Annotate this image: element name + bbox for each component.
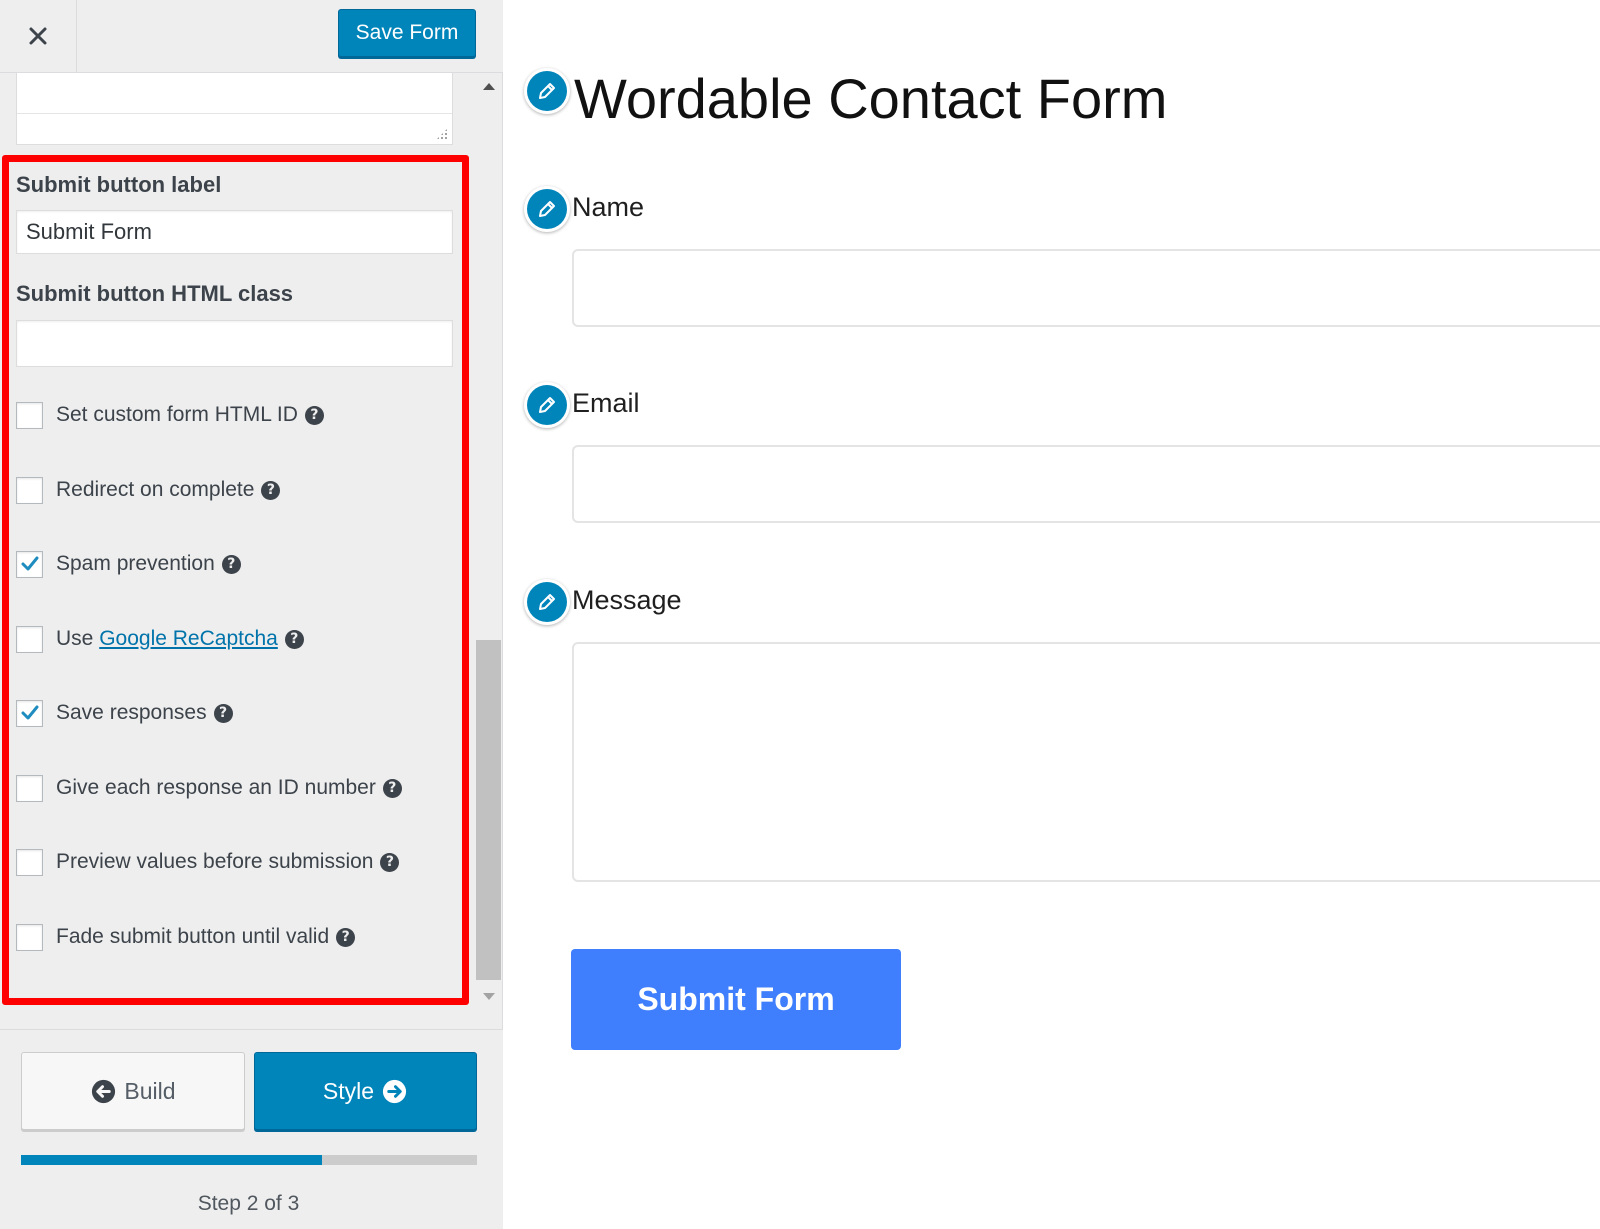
help-icon[interactable]: ? [213,703,233,723]
help-icon[interactable]: ? [284,629,304,649]
save-form-button[interactable]: Save Form [338,9,476,57]
name-field-label: Name [572,192,645,222]
submit-form-button[interactable]: Submit Form [571,949,901,1050]
option-label: Use Google ReCaptcha [56,627,278,651]
close-button[interactable] [0,0,77,72]
option-label: Preview values before submission [56,850,373,874]
message-textarea[interactable] [572,642,1600,882]
checkmark-icon [21,556,39,570]
pencil-icon [527,71,567,111]
scrollbar-thumb[interactable] [476,640,501,980]
option-label: Fade submit button until valid [56,925,329,949]
option-row[interactable]: Use Google ReCaptcha? [16,624,304,654]
option-label-text: Save responses [56,701,207,724]
help-icon[interactable]: ? [380,852,400,872]
edit-field-button[interactable] [524,579,570,625]
scroll-down-arrow-icon[interactable] [483,993,495,1000]
form-settings-sidebar: Save Form Submit button label Submit but… [0,0,503,1229]
form-title: Wordable Contact Form [574,67,1168,130]
option-checkbox[interactable] [16,774,43,802]
previous-textarea[interactable] [16,73,453,145]
help-icon[interactable]: ? [382,778,402,798]
style-label: Style [322,1077,375,1104]
sidebar-topbar: Save Form [0,0,503,73]
option-label-text: Spam prevention [56,552,215,575]
option-label-text: Fade submit button until valid [56,925,330,948]
build-button[interactable]: Build [21,1052,245,1130]
progress-bar-fill [21,1155,322,1165]
option-label-text: Give each response an ID number [56,776,376,799]
help-icon[interactable]: ? [336,927,356,947]
build-label: Build [124,1077,176,1104]
help-icon[interactable]: ? [304,405,324,425]
name-input[interactable] [572,249,1600,327]
recaptcha-link[interactable]: Google ReCaptcha [99,627,278,650]
scrollbar[interactable] [476,73,503,1029]
option-label-text: Preview values before submission [56,850,374,873]
option-checkbox[interactable] [16,550,43,578]
option-label: Redirect on complete [56,478,254,502]
message-field-label: Message [572,585,682,615]
option-label: Save responses [56,701,207,725]
help-icon[interactable]: ? [221,554,241,574]
option-checkbox[interactable] [16,401,43,429]
arrow-right-circle-icon [382,1079,407,1103]
close-icon [29,27,47,45]
option-label: Set custom form HTML ID [56,403,298,427]
option-row[interactable]: Give each response an ID number? [16,773,402,803]
textarea-divider [17,113,452,114]
option-checkbox[interactable] [16,699,43,727]
step-navigation: Build Style Step 2 of 3 [0,1029,503,1229]
settings-scroll-area[interactable]: Submit button label Submit button HTML c… [0,73,503,1029]
resize-grip-icon[interactable] [436,128,448,140]
email-field-label: Email [572,388,640,418]
scroll-up-arrow-icon[interactable] [483,83,495,90]
option-label: Give each response an ID number [56,776,376,800]
edit-title-button[interactable] [524,68,570,114]
option-row[interactable]: Save responses? [16,698,233,728]
option-checkbox[interactable] [16,848,43,876]
option-row[interactable]: Preview values before submission? [16,847,400,877]
help-icon[interactable]: ? [261,480,281,500]
option-checkbox[interactable] [16,625,43,653]
submit-label-heading: Submit button label [16,172,222,197]
edit-field-button[interactable] [524,382,570,428]
option-label-text: Set custom form HTML ID [56,403,298,426]
pencil-icon [527,385,567,425]
step-indicator: Step 2 of 3 [197,1192,300,1215]
checkmark-icon [21,705,39,719]
option-row[interactable]: Fade submit button until valid? [16,922,356,952]
pencil-icon [527,189,567,229]
pencil-icon [527,582,567,622]
email-input[interactable] [572,445,1600,523]
style-button[interactable]: Style [254,1052,477,1130]
submit-class-heading: Submit button HTML class [16,281,294,306]
submit-label-input[interactable] [16,210,453,254]
option-label-text: Use [56,627,94,650]
submit-class-input[interactable] [16,320,453,367]
option-label: Spam prevention [56,552,215,576]
option-row[interactable]: Redirect on complete? [16,475,281,505]
option-checkbox[interactable] [16,923,43,951]
option-row[interactable]: Set custom form HTML ID? [16,400,324,430]
form-preview: Wordable Contact Form Name Email Message… [503,0,1600,1229]
option-row[interactable]: Spam prevention? [16,549,241,579]
option-checkbox[interactable] [16,476,43,504]
progress-bar [21,1155,477,1165]
arrow-left-circle-icon [92,1079,116,1103]
edit-field-button[interactable] [524,186,570,232]
option-label-text: Redirect on complete [56,478,255,501]
